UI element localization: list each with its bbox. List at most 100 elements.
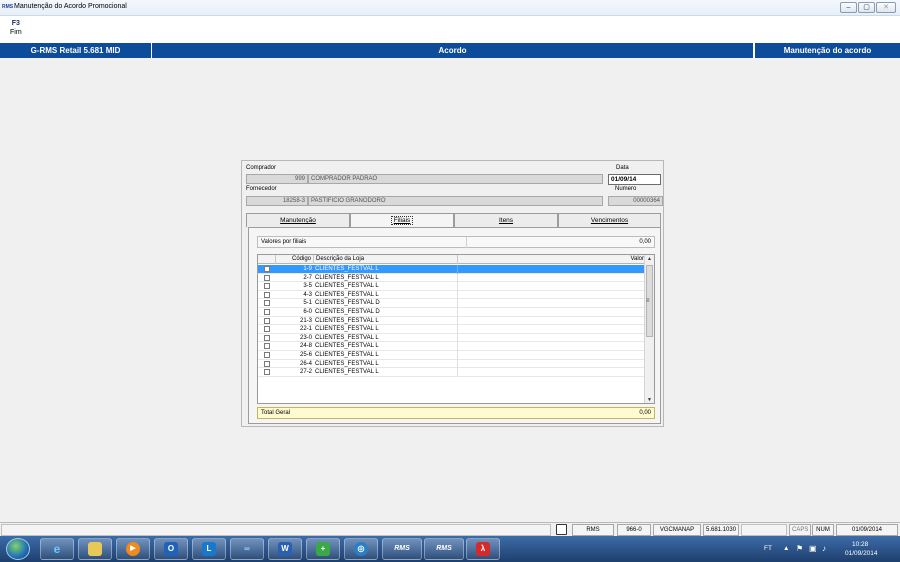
tab-filiais[interactable]: Filiais bbox=[350, 213, 454, 228]
row-divider bbox=[457, 325, 458, 334]
app-icon-2[interactable]: ◎ bbox=[344, 538, 378, 560]
summary-divider bbox=[466, 237, 467, 248]
tray-flag-icon[interactable]: ⚑ bbox=[796, 544, 803, 553]
row-descricao: CLIENTES_FESTVAL L bbox=[315, 343, 379, 350]
row-checkbox[interactable] bbox=[264, 343, 270, 350]
table-row[interactable]: 25-6 CLIENTES_FESTVAL L bbox=[258, 351, 646, 360]
rms-app-1[interactable]: RMS bbox=[382, 538, 422, 560]
filiais-grid[interactable]: Código Descrição da Loja Valor 1-9 CLIENT… bbox=[257, 254, 655, 404]
comprador-name-field[interactable]: COMPRADOR PADRAO bbox=[308, 174, 603, 184]
fornecedor-code-field[interactable]: 18258-3 bbox=[246, 196, 308, 206]
outlook-icon[interactable]: O bbox=[154, 538, 188, 560]
header-product: G-RMS Retail 5.681 MID bbox=[0, 43, 152, 58]
row-descricao: CLIENTES_FESTVAL L bbox=[315, 274, 379, 281]
row-checkbox[interactable] bbox=[264, 352, 270, 358]
row-checkbox[interactable] bbox=[264, 291, 270, 298]
row-checkbox[interactable] bbox=[264, 360, 270, 367]
row-checkbox[interactable] bbox=[264, 274, 270, 281]
row-descricao: CLIENTES_FESTVAL L bbox=[315, 326, 379, 333]
scroll-down-icon[interactable]: ▼ bbox=[645, 396, 654, 403]
window-title: Manutenção do Acordo Promocional bbox=[14, 3, 127, 10]
row-checkbox[interactable] bbox=[264, 300, 270, 307]
windows-taskbar: e ▶ O L ∞ W + ◎ RMS RMS λ FT ▲ ⚑ ▣ ♪ 10:… bbox=[0, 536, 900, 562]
grid-vertical-scrollbar[interactable]: ▲ ≡ ▼ bbox=[644, 255, 654, 403]
fornecedor-name-field[interactable]: PASTIFICIO GRANODORO bbox=[308, 196, 603, 206]
numero-label: Numero bbox=[615, 186, 637, 192]
table-row[interactable]: 2-7 CLIENTES_FESTVAL L bbox=[258, 273, 646, 283]
row-checkbox[interactable] bbox=[264, 369, 270, 376]
table-row[interactable]: 1-9 CLIENTES_FESTVAL L bbox=[258, 265, 646, 274]
table-row[interactable]: 23-0 CLIENTES_FESTVAL L bbox=[258, 333, 646, 343]
comprador-code-field[interactable]: 999 bbox=[246, 174, 308, 184]
fornecedor-label: Fornecedor bbox=[246, 186, 277, 192]
lync-icon[interactable]: L bbox=[192, 538, 226, 560]
data-field[interactable]: 01/09/14 bbox=[608, 174, 661, 185]
table-row[interactable]: 27-2 CLIENTES_FESTVAL L bbox=[258, 368, 646, 377]
row-descricao: CLIENTES_FESTVAL L bbox=[315, 317, 379, 324]
row-descricao: CLIENTES_FESTVAL L bbox=[315, 360, 379, 367]
row-checkbox[interactable] bbox=[264, 266, 270, 272]
installer-icon[interactable]: + bbox=[306, 538, 340, 560]
row-codigo: 21-3 bbox=[299, 317, 312, 324]
row-divider bbox=[457, 368, 458, 377]
row-codigo: 22-1 bbox=[299, 326, 312, 333]
tab-label: Filiais bbox=[390, 216, 414, 225]
explorer-icon[interactable] bbox=[78, 538, 112, 560]
tab-manutencao[interactable]: Manutenção bbox=[246, 213, 350, 227]
media-player-icon[interactable]: ▶ bbox=[116, 538, 150, 560]
tray-volume-icon[interactable]: ♪ bbox=[822, 544, 826, 553]
tray-network-icon[interactable]: ▣ bbox=[809, 544, 817, 553]
rms-label: RMS bbox=[436, 545, 452, 552]
grid-header-valor[interactable]: Valor bbox=[458, 255, 646, 264]
table-row[interactable]: 3-5 CLIENTES_FESTVAL L bbox=[258, 282, 646, 291]
table-row[interactable]: 22-1 CLIENTES_FESTVAL L bbox=[258, 325, 646, 334]
row-divider bbox=[457, 282, 458, 291]
word-icon[interactable]: W bbox=[268, 538, 302, 560]
row-divider bbox=[457, 342, 458, 351]
row-divider bbox=[457, 290, 458, 300]
grid-header-codigo[interactable]: Código bbox=[276, 255, 314, 264]
tab-vencimentos[interactable]: Vencimentos bbox=[558, 213, 661, 227]
total-value: 0,00 bbox=[639, 410, 651, 416]
tray-expand-icon[interactable]: ▲ bbox=[783, 545, 789, 552]
pdf-icon[interactable]: λ bbox=[466, 538, 500, 560]
row-divider bbox=[457, 299, 458, 308]
row-divider bbox=[457, 316, 458, 326]
app-icon[interactable]: ∞ bbox=[230, 538, 264, 560]
fkey-key: F3 bbox=[11, 20, 20, 27]
table-row[interactable]: 5-1 CLIENTES_FESTVAL D bbox=[258, 299, 646, 308]
start-button[interactable] bbox=[6, 538, 30, 560]
close-button[interactable]: ✕ bbox=[876, 2, 896, 13]
grid-header: Código Descrição da Loja Valor bbox=[258, 255, 646, 264]
minimize-button[interactable]: – bbox=[840, 2, 857, 13]
rms-app-2[interactable]: RMS bbox=[424, 538, 464, 560]
table-row[interactable]: 4-3 CLIENTES_FESTVAL L bbox=[258, 290, 646, 300]
scroll-up-icon[interactable]: ▲ bbox=[645, 255, 654, 264]
ie-icon[interactable]: e bbox=[40, 538, 74, 560]
row-checkbox[interactable] bbox=[264, 326, 270, 333]
table-row[interactable]: 21-3 CLIENTES_FESTVAL L bbox=[258, 316, 646, 326]
clock-time[interactable]: 10:28 bbox=[852, 541, 868, 548]
maximize-button[interactable]: ▢ bbox=[858, 2, 875, 13]
table-row[interactable]: 26-4 CLIENTES_FESTVAL L bbox=[258, 359, 646, 369]
fkey-f3-fim[interactable]: F3 Fim bbox=[10, 20, 22, 36]
row-checkbox[interactable] bbox=[264, 317, 270, 324]
total-geral-row: Total Geral 0,00 bbox=[257, 407, 655, 419]
tab-label: Itens bbox=[498, 217, 514, 224]
language-indicator[interactable]: FT bbox=[764, 545, 772, 552]
numero-field[interactable]: 00000364 bbox=[608, 196, 663, 206]
row-codigo: 27-2 bbox=[299, 369, 312, 376]
row-codigo: 25-6 bbox=[299, 352, 312, 358]
tab-itens[interactable]: Itens bbox=[454, 213, 558, 227]
table-row[interactable]: 6-0 CLIENTES_FESTVAL D bbox=[258, 308, 646, 317]
row-checkbox[interactable] bbox=[264, 309, 270, 315]
row-checkbox[interactable] bbox=[264, 334, 270, 341]
table-row[interactable]: 24-8 CLIENTES_FESTVAL L bbox=[258, 342, 646, 351]
status-date: 01/09/2014 bbox=[836, 524, 898, 536]
clock-date[interactable]: 01/09/2014 bbox=[845, 550, 878, 557]
function-key-bar: F3 Fim bbox=[0, 16, 900, 43]
row-checkbox[interactable] bbox=[264, 283, 270, 290]
status-caps: CAPS bbox=[789, 524, 811, 536]
data-label: Data bbox=[616, 165, 629, 171]
grid-header-descricao[interactable]: Descrição da Loja bbox=[314, 255, 458, 264]
